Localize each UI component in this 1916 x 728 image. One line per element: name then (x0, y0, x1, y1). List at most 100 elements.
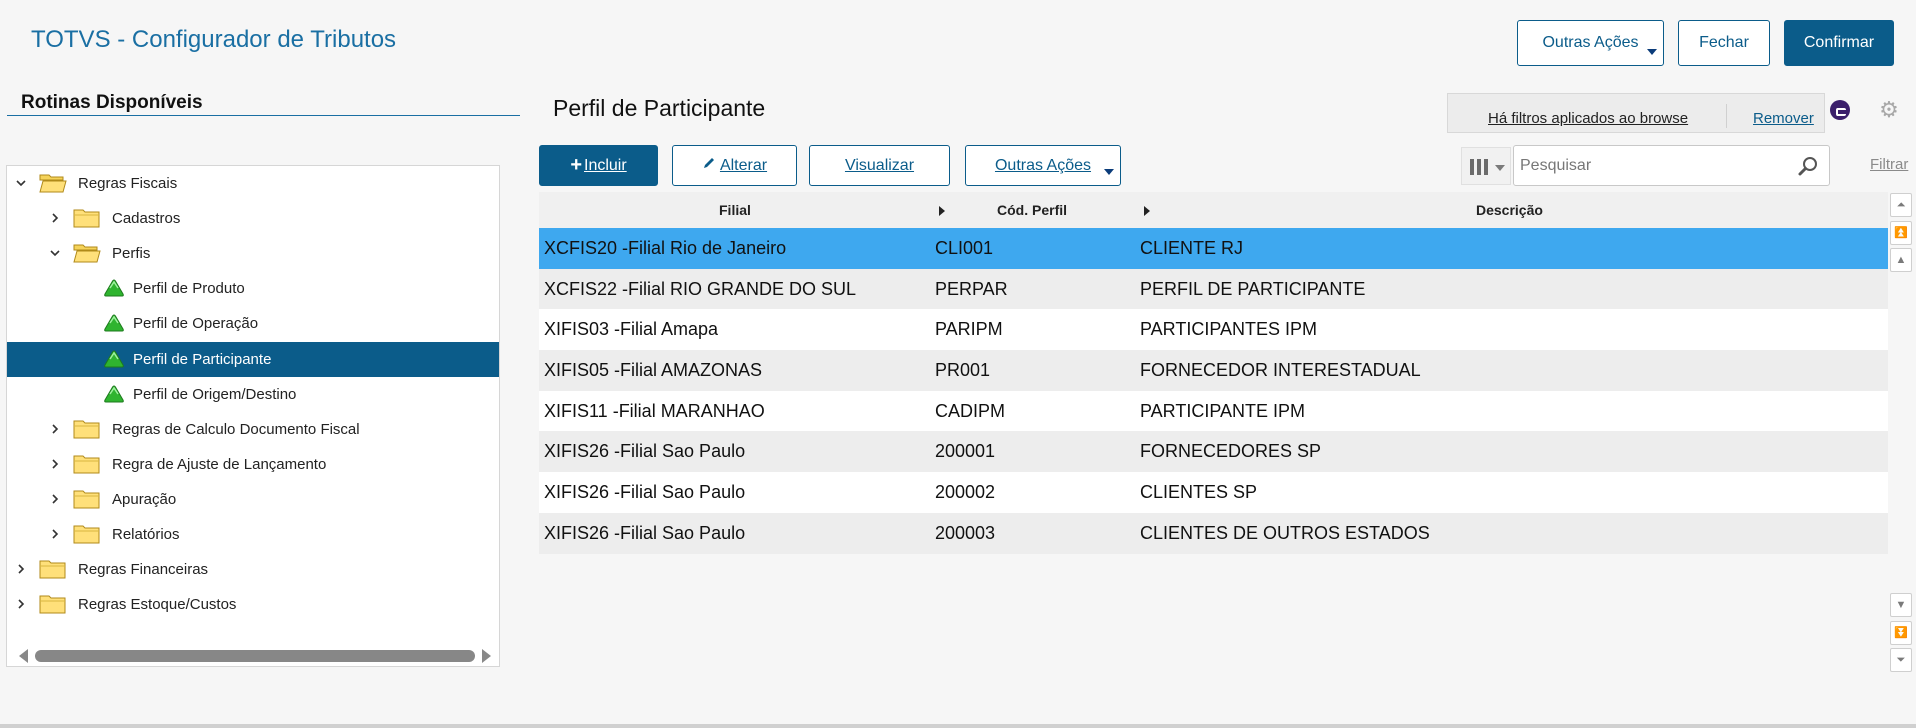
scroll-page-up-icon[interactable]: ⏫ (1890, 221, 1912, 245)
search-box (1513, 145, 1830, 186)
tree-item[interactable]: Perfil de Produto (7, 271, 499, 306)
tree-item[interactable]: Regras Fiscais (7, 166, 499, 201)
chevron-down-icon[interactable] (15, 177, 27, 189)
view-button[interactable]: Visualizar (809, 145, 950, 186)
tree-item[interactable]: Regras de Calculo Documento Fiscal (7, 412, 499, 447)
app-window: TOTVS - Configurador de Tributos Outras … (0, 0, 1916, 728)
tree-item-label: Cadastros (112, 210, 181, 228)
tree-horizontal-scrollbar[interactable] (15, 648, 495, 663)
table-row[interactable]: XCFIS22 -Filial RIO GRANDE DO SUL PERPAR P… (539, 268, 1888, 310)
filter-link[interactable]: Filtrar (1870, 156, 1908, 173)
chevron-down-icon[interactable] (49, 247, 61, 259)
tree-item[interactable]: Perfil de Operação (7, 306, 499, 341)
search-icon[interactable] (1797, 155, 1819, 177)
scroll-down-icon[interactable]: ▼ (1890, 593, 1912, 617)
table-cell-descricao: PARTICIPANTE IPM (1140, 400, 1306, 421)
tree-item[interactable]: Regras Financeiras (7, 552, 499, 587)
tree-item[interactable]: Regras Estoque/Custos (7, 587, 499, 622)
green-triangle-icon (103, 349, 125, 369)
tree-item-label: Perfil de Produto (133, 280, 245, 298)
sort-arrow-icon[interactable] (1144, 206, 1150, 216)
table-cell-descricao: FORNECEDORES SP (1140, 441, 1322, 462)
table-row[interactable]: XCFIS20 -Filial Rio de Janeiro CLI001 CLIE… (539, 228, 1888, 269)
scroll-bottom-icon[interactable]: ⏷ (1890, 648, 1912, 672)
chevron-right-icon[interactable] (49, 528, 61, 540)
table-row[interactable]: XIFIS05 -Filial AMAZONAS PR001 FORNECEDOR … (539, 350, 1888, 391)
tree-item[interactable]: Perfil de Origem/Destino (7, 377, 499, 412)
filter-notice-link[interactable]: Há filtros aplicados ao browse (1488, 110, 1688, 127)
gear-icon[interactable]: ⚙ (1878, 99, 1900, 121)
tree-item[interactable]: Perfis (7, 236, 499, 271)
table-cell-codigo: CADIPM (935, 400, 1006, 421)
table-body: XCFIS20 -Filial Rio de Janeiro CLI001 CLIE… (539, 228, 1888, 554)
tree-item[interactable]: Perfil de Participante (7, 341, 499, 377)
sort-arrow-icon[interactable] (939, 206, 945, 216)
scroll-page-down-icon[interactable]: ⏬ (1890, 621, 1912, 645)
folder-icon (73, 523, 101, 545)
pencil-icon (702, 156, 716, 175)
table-cell-descricao: FORNECEDOR INTERESTADUAL (1140, 360, 1421, 381)
column-header-codigo[interactable]: Cód. Perfil (997, 202, 1067, 218)
tree-item[interactable]: Regra de Ajuste de Lançamento (7, 447, 499, 482)
table-cell-codigo: 200002 (935, 482, 996, 503)
table-cell-filial: XCFIS22 -Filial RIO GRANDE DO SUL (544, 278, 857, 299)
table-row[interactable]: XIFIS26 -Filial Sao Paulo 200003 CLIENTES … (539, 512, 1888, 554)
chevron-right-icon[interactable] (49, 458, 61, 470)
table-cell-filial: XCFIS20 -Filial Rio de Janeiro (544, 238, 787, 258)
other-actions-button[interactable]: Outras Ações (965, 145, 1121, 186)
tree-item-label: Regras Fiscais (78, 175, 178, 192)
chevron-down-icon (1495, 165, 1505, 171)
table-cell-filial: XIFIS11 -Filial MARANHAO (544, 400, 765, 421)
tree-item[interactable]: Cadastros (7, 201, 499, 236)
scroll-left-icon[interactable] (19, 649, 28, 663)
scroll-right-icon[interactable] (482, 649, 491, 663)
table-cell-filial: XIFIS26 -Filial Sao Paulo (544, 441, 746, 462)
tree-item[interactable]: Apuração (7, 482, 499, 517)
columns-bars (1470, 159, 1490, 175)
column-header-filial[interactable]: Filial (719, 202, 751, 218)
include-button[interactable]: + Incluir (539, 145, 658, 186)
chevron-right-icon[interactable] (49, 423, 61, 435)
chevron-right-icon[interactable] (49, 212, 61, 224)
chevron-right-icon[interactable] (15, 598, 27, 610)
table-cell-descricao: PERFIL DE PARTICIPANTE (1140, 278, 1366, 299)
table-vertical-scrollbar[interactable]: ⏶ ⏫ ▲ ▼ ⏬ ⏷ (1890, 193, 1912, 673)
table-cell-filial: XIFIS26 -Filial Sao Paulo (544, 482, 746, 503)
green-triangle-icon (103, 278, 125, 298)
top-other-actions-button[interactable]: Outras Ações (1517, 20, 1664, 66)
columns-icon[interactable] (1461, 147, 1511, 185)
app-title: TOTVS - Configurador de Tributos (31, 26, 397, 53)
chevron-right-icon[interactable] (49, 493, 61, 505)
table-row[interactable]: XIFIS03 -Filial Amapa PARIPM PARTICIPANTES… (539, 309, 1888, 351)
chevron-right-icon[interactable] (15, 563, 27, 575)
bar (1470, 159, 1474, 175)
table-cell-codigo: CLI001 (935, 238, 994, 258)
remove-filter-link[interactable]: Remover (1753, 110, 1814, 127)
folder-icon (39, 172, 67, 194)
table-row[interactable]: XIFIS26 -Filial Sao Paulo 200002 CLIENTES … (539, 472, 1888, 513)
table-cell-codigo: 200003 (935, 522, 996, 543)
bar (1484, 159, 1488, 175)
tree-item-label: Apuração (112, 490, 177, 508)
caret-down-icon (1647, 49, 1657, 55)
session-badge-icon[interactable] (1830, 100, 1850, 120)
table-cell-filial: XIFIS05 -Filial AMAZONAS (544, 360, 763, 381)
tree-item[interactable]: Relatórios (7, 517, 499, 552)
green-triangle-icon (103, 384, 125, 404)
filter-notice-box: Há filtros aplicados ao browse Remover (1447, 93, 1825, 133)
tree-item-label: Regras Financeiras (78, 561, 209, 579)
table-row[interactable]: XIFIS26 -Filial Sao Paulo 200001 FORNECEDO… (539, 431, 1888, 473)
tree-item-label: Regra de Ajuste de Lançamento (112, 455, 327, 473)
scroll-up-icon[interactable]: ▲ (1890, 248, 1912, 272)
scrollbar-thumb[interactable] (35, 650, 475, 662)
scroll-top-icon[interactable]: ⏶ (1890, 193, 1912, 217)
close-button[interactable]: Fechar (1678, 20, 1770, 66)
left-panel-title: Rotinas Disponíveis (21, 92, 203, 113)
column-header-descricao[interactable]: Descrição (1476, 202, 1543, 218)
search-input[interactable] (1514, 146, 1794, 185)
confirm-button[interactable]: Confirmar (1784, 20, 1894, 66)
edit-button[interactable]: Alterar (672, 145, 797, 186)
folder-icon (39, 558, 67, 580)
table-row[interactable]: XIFIS11 -Filial MARANHAO CADIPM PARTICIPAN… (539, 390, 1888, 432)
table-cell-codigo: PR001 (935, 360, 991, 381)
